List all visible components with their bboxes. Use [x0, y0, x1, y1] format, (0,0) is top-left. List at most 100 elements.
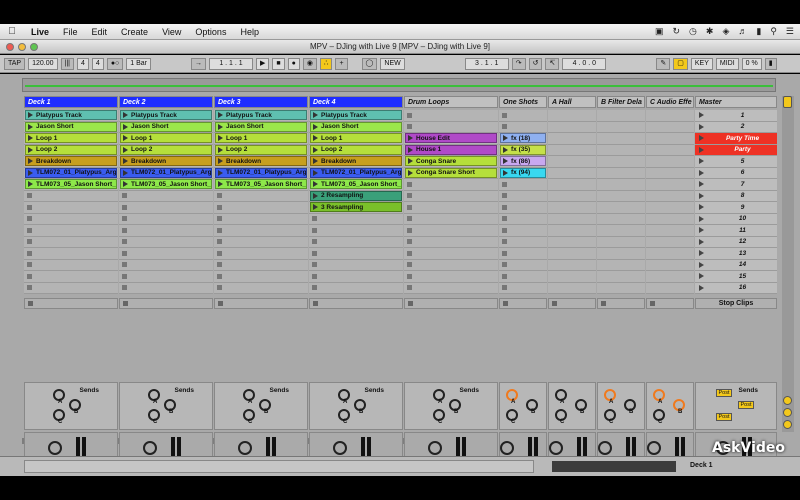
clip[interactable]: Loop 1	[25, 133, 117, 144]
clip[interactable]: 3 Resampling	[310, 202, 402, 213]
track-header[interactable]: Deck 4	[309, 96, 403, 108]
stop-icon[interactable]	[503, 301, 508, 306]
clip-slot[interactable]	[548, 144, 596, 156]
clip-stop-icon[interactable]	[312, 262, 317, 268]
clip-stop-icon[interactable]	[312, 250, 317, 256]
pan-knob[interactable]	[647, 441, 661, 455]
clip-slot[interactable]: Platypus Track	[24, 110, 118, 122]
send-knob-c[interactable]: C	[555, 409, 567, 425]
clip-stop-icon[interactable]	[27, 250, 32, 256]
scene-launch[interactable]: 12	[695, 236, 777, 248]
clip-slot[interactable]: House 1	[404, 144, 498, 156]
back-to-arrangement-icon[interactable]: ◯	[361, 57, 378, 70]
clip-launch-icon[interactable]	[313, 192, 318, 199]
clip[interactable]: Loop 1	[310, 133, 402, 144]
clip-slot[interactable]	[404, 259, 498, 271]
clip-stop-icon[interactable]	[407, 250, 412, 256]
clip-stop-icon[interactable]	[122, 262, 127, 268]
clip-slot[interactable]	[309, 282, 403, 294]
clip-launch-icon[interactable]	[28, 146, 33, 153]
track-header[interactable]: Deck 2	[119, 96, 213, 108]
clip[interactable]: fx (35)	[500, 144, 546, 155]
clip-launch-icon[interactable]	[408, 158, 413, 165]
new-button[interactable]: NEW	[380, 57, 405, 70]
clip-slot[interactable]	[499, 213, 547, 225]
clip-slot[interactable]	[646, 156, 694, 168]
camera-icon[interactable]: ▣	[655, 26, 664, 37]
apple-menu-icon[interactable]: 	[0, 26, 24, 37]
clip-launch-icon[interactable]	[218, 135, 223, 142]
clip-slot[interactable]: Platypus Track	[214, 110, 308, 122]
clip[interactable]: Breakdown	[25, 156, 117, 167]
clip[interactable]: TLM073_05_Jason Short_Th	[25, 179, 117, 190]
clip[interactable]: House 1	[405, 144, 497, 155]
clip-launch-icon[interactable]	[123, 181, 128, 188]
clip-slot[interactable]	[404, 190, 498, 202]
send-knob-b[interactable]: B	[69, 399, 81, 415]
clip-slot[interactable]: Loop 2	[309, 144, 403, 156]
clip-slot[interactable]: Jason Short	[119, 121, 213, 133]
clip-stop-icon[interactable]	[502, 273, 507, 279]
scene-launch[interactable]: 5	[695, 156, 777, 168]
scene-launch-icon[interactable]	[699, 169, 704, 176]
clip-stop-icon[interactable]	[407, 273, 412, 279]
clip-slot[interactable]	[404, 248, 498, 260]
follow-icon[interactable]: →	[191, 57, 207, 70]
scene-launch[interactable]: 7	[695, 179, 777, 191]
send-knob-a[interactable]: A	[53, 389, 65, 405]
clip-slot[interactable]	[499, 271, 547, 283]
clip-slot[interactable]	[646, 190, 694, 202]
send-knob-a[interactable]: A	[243, 389, 255, 405]
send-knob-a[interactable]: A	[604, 389, 616, 405]
meter-denominator[interactable]: 4	[91, 57, 104, 70]
track-stop-button[interactable]	[119, 298, 213, 309]
clip-slot[interactable]	[646, 121, 694, 133]
scene-launch-icon[interactable]	[699, 112, 704, 119]
clip-slot[interactable]	[597, 271, 645, 283]
clip-stop-icon[interactable]	[407, 124, 412, 130]
clip-stop-icon[interactable]	[502, 262, 507, 268]
clip-launch-icon[interactable]	[313, 169, 318, 176]
clip-stop-icon[interactable]	[502, 181, 507, 187]
clip-stop-icon[interactable]	[27, 262, 32, 268]
send-knob-c[interactable]: C	[53, 409, 65, 425]
stop-icon[interactable]	[313, 301, 318, 306]
clip-slot[interactable]	[404, 236, 498, 248]
clip-slot[interactable]	[646, 236, 694, 248]
send-knob-b[interactable]: B	[526, 399, 538, 415]
scene-launch[interactable]: Party Time	[695, 133, 777, 145]
clip-slot[interactable]: Platypus Track	[309, 110, 403, 122]
clip-slot[interactable]: fx (18)	[499, 133, 547, 145]
metronome-icon[interactable]: ●○	[106, 57, 124, 70]
clip-stop-icon[interactable]	[502, 285, 507, 291]
track-header[interactable]: A Hall	[548, 96, 596, 108]
clip[interactable]: TLM072_01_Platypus_Argyle	[25, 167, 117, 178]
clip[interactable]: fx (18)	[500, 133, 546, 144]
clip-slot[interactable]	[597, 213, 645, 225]
clip-slot[interactable]	[499, 236, 547, 248]
clip-launch-icon[interactable]	[28, 169, 33, 176]
clip-slot[interactable]: fx (86)	[499, 156, 547, 168]
clip-slot[interactable]	[499, 121, 547, 133]
clip-slot[interactable]: TLM072_01_Platypus_Argyle	[214, 167, 308, 179]
send-knob-c[interactable]: C	[148, 409, 160, 425]
menu-help[interactable]: Help	[233, 27, 266, 37]
clip-slot[interactable]	[646, 213, 694, 225]
clip-slot[interactable]	[597, 248, 645, 260]
clip-launch-icon[interactable]	[218, 181, 223, 188]
post-button[interactable]: Post	[738, 401, 754, 409]
clip-slot[interactable]	[646, 144, 694, 156]
io-toggle-icon[interactable]	[783, 396, 792, 405]
clip-slot[interactable]: TLM073_05_Jason Short_Th	[119, 179, 213, 191]
scene-launch-icon[interactable]	[699, 204, 704, 211]
send-knob-a[interactable]: A	[433, 389, 445, 405]
clip-stop-icon[interactable]	[122, 285, 127, 291]
clip-launch-icon[interactable]	[28, 135, 33, 142]
clip-slot[interactable]: House Edit	[404, 133, 498, 145]
clip-slot[interactable]	[548, 271, 596, 283]
clip[interactable]: Platypus Track	[310, 110, 402, 121]
clip-slot[interactable]	[119, 259, 213, 271]
loop-icon[interactable]: ↺	[528, 57, 543, 70]
clip-slot[interactable]	[214, 202, 308, 214]
send-knob-b[interactable]: B	[624, 399, 636, 415]
